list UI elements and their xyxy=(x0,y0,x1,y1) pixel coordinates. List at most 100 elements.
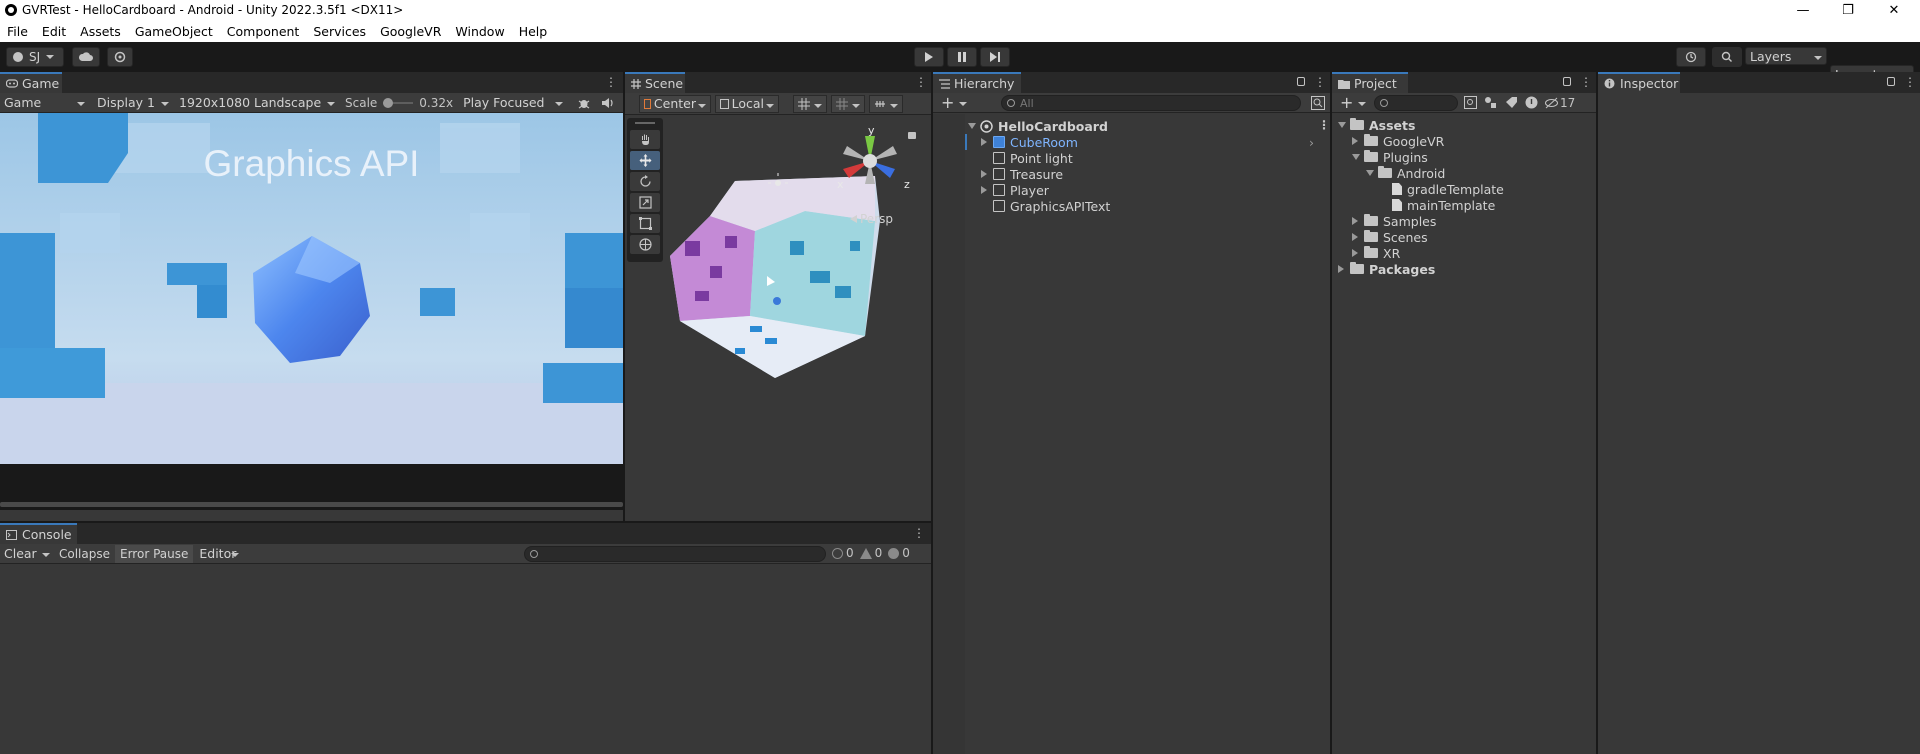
scene-search-icon[interactable] xyxy=(1311,96,1325,110)
expand-arrow-icon[interactable] xyxy=(981,170,987,178)
expand-arrow-icon[interactable] xyxy=(1352,233,1358,241)
hidden-packages-toggle[interactable]: 17 xyxy=(1545,96,1575,110)
hierarchy-item-graphicsapitext[interactable]: GraphicsAPIText xyxy=(993,198,1110,214)
expand-arrow-icon[interactable] xyxy=(1352,154,1360,160)
scene-menu-icon[interactable]: ⋮ xyxy=(915,76,927,88)
game-menu-icon[interactable]: ⋮ xyxy=(605,76,617,88)
resolution-dropdown[interactable]: 1920x1080 Landscape xyxy=(175,94,339,112)
project-xr-folder[interactable]: XR xyxy=(1352,245,1400,261)
expand-arrow-icon[interactable] xyxy=(1352,137,1358,145)
project-lock-icon[interactable] xyxy=(1563,77,1571,86)
scale-slider-thumb[interactable] xyxy=(383,97,394,108)
menu-help[interactable]: Help xyxy=(512,24,555,39)
project-search-input[interactable] xyxy=(1374,95,1458,111)
expand-arrow-icon[interactable] xyxy=(981,186,987,194)
game-view-dropdown[interactable]: Game xyxy=(0,94,89,112)
play-mode-dropdown[interactable]: Play Focused xyxy=(459,94,567,112)
project-samples-folder[interactable]: Samples xyxy=(1352,213,1436,229)
layers-dropdown[interactable]: Layers xyxy=(1745,47,1827,65)
project-assets-folder[interactable]: Assets xyxy=(1338,117,1415,133)
tab-inspector[interactable]: Inspector xyxy=(1598,72,1680,93)
console-search-input[interactable] xyxy=(524,546,826,562)
tab-game[interactable]: Game xyxy=(0,72,62,93)
play-button[interactable] xyxy=(914,47,944,67)
error-pause-button[interactable]: Error Pause xyxy=(115,544,194,563)
menu-assets[interactable]: Assets xyxy=(73,24,128,39)
chevron-right-icon[interactable]: › xyxy=(1309,135,1314,150)
gizmo-lock-icon[interactable] xyxy=(908,132,916,139)
hierarchy-scene-root[interactable]: HelloCardboard ⋮ xyxy=(968,118,1330,134)
close-button[interactable]: ✕ xyxy=(1872,0,1916,20)
project-main-template-file[interactable]: mainTemplate xyxy=(1392,197,1495,213)
cloud-button[interactable] xyxy=(72,47,100,67)
pivot-dropdown[interactable]: Center xyxy=(639,94,711,113)
collab-button[interactable] xyxy=(107,47,133,67)
inspector-menu-icon[interactable]: ⋮ xyxy=(1904,76,1916,88)
expand-arrow-icon[interactable] xyxy=(968,123,976,129)
menu-gameobject[interactable]: GameObject xyxy=(128,24,220,39)
bug-icon[interactable] xyxy=(577,96,591,110)
editor-dropdown[interactable]: Editor xyxy=(195,545,243,563)
hierarchy-menu-icon[interactable]: ⋮ xyxy=(1314,76,1326,88)
scene-root-menu-icon[interactable]: ⋮ xyxy=(1318,119,1330,131)
space-dropdown[interactable]: Local xyxy=(715,94,779,113)
collapse-button[interactable]: Collapse xyxy=(54,547,115,561)
expand-arrow-icon[interactable] xyxy=(1366,170,1374,176)
scale-slider[interactable] xyxy=(383,97,414,109)
hierarchy-add-dropdown[interactable]: + xyxy=(937,93,971,112)
menu-window[interactable]: Window xyxy=(448,24,511,39)
error-count-toggle[interactable]: 0 xyxy=(888,546,910,560)
warn-count-toggle[interactable]: 0 xyxy=(859,546,882,560)
minimize-button[interactable]: — xyxy=(1781,0,1825,20)
log-count-toggle[interactable]: 0 xyxy=(832,546,854,560)
project-packages-folder[interactable]: Packages xyxy=(1338,261,1435,277)
project-menu-icon[interactable]: ⋮ xyxy=(1580,76,1592,88)
expand-arrow-icon[interactable] xyxy=(1338,265,1344,273)
menu-file[interactable]: File xyxy=(0,24,35,39)
account-dropdown[interactable]: SJ xyxy=(6,47,64,67)
pause-button[interactable] xyxy=(947,47,977,67)
search-by-scene-icon[interactable] xyxy=(1464,96,1477,109)
hierarchy-item-point-light[interactable]: Point light xyxy=(993,150,1073,166)
filter-by-type-icon[interactable] xyxy=(1484,96,1497,109)
hierarchy-item-player[interactable]: Player xyxy=(981,182,1049,198)
label-tag-icon[interactable] xyxy=(1505,96,1518,109)
expand-arrow-icon[interactable] xyxy=(1352,217,1358,225)
hierarchy-item-cuberoom[interactable]: CubeRoom › xyxy=(981,134,1314,150)
tab-console[interactable]: Console xyxy=(0,523,77,544)
restore-button[interactable]: ❐ xyxy=(1826,0,1870,20)
step-button[interactable] xyxy=(980,47,1010,67)
hierarchy-lock-icon[interactable] xyxy=(1297,77,1305,86)
menu-edit[interactable]: Edit xyxy=(35,24,73,39)
search-button[interactable] xyxy=(1712,47,1742,67)
hierarchy-search-input[interactable]: All xyxy=(1001,95,1301,111)
menu-component[interactable]: Component xyxy=(220,24,307,39)
audio-icon[interactable] xyxy=(601,96,615,110)
clear-button[interactable]: Clear xyxy=(0,545,54,563)
tab-scene[interactable]: Scene xyxy=(625,72,685,93)
project-scenes-folder[interactable]: Scenes xyxy=(1352,229,1428,245)
console-menu-icon[interactable]: ⋮ xyxy=(913,527,925,539)
project-plugins-folder[interactable]: Plugins xyxy=(1352,149,1428,165)
project-gradle-template-file[interactable]: gradleTemplate xyxy=(1392,181,1504,197)
menu-googlevr[interactable]: GoogleVR xyxy=(373,24,448,39)
expand-arrow-icon[interactable] xyxy=(1338,122,1346,128)
grid-dropdown[interactable] xyxy=(831,94,865,113)
increment-dropdown[interactable] xyxy=(869,94,903,113)
project-add-dropdown[interactable]: + xyxy=(1336,93,1370,112)
tab-hierarchy[interactable]: Hierarchy xyxy=(933,72,1021,93)
menu-services[interactable]: Services xyxy=(306,24,373,39)
expand-arrow-icon[interactable] xyxy=(981,138,987,146)
tab-project[interactable]: Project xyxy=(1332,72,1408,93)
game-horizontal-scrollbar[interactable] xyxy=(0,502,623,507)
perspective-toggle[interactable]: Persp xyxy=(850,212,893,226)
undo-history-button[interactable] xyxy=(1676,47,1706,67)
project-googlevr-folder[interactable]: GoogleVR xyxy=(1352,133,1444,149)
hierarchy-item-treasure[interactable]: Treasure xyxy=(981,166,1063,182)
display-dropdown[interactable]: Display 1 xyxy=(93,94,173,112)
log-type-icon[interactable] xyxy=(1525,96,1538,109)
project-android-folder[interactable]: Android xyxy=(1366,165,1445,181)
snap-dropdown[interactable] xyxy=(793,94,827,113)
expand-arrow-icon[interactable] xyxy=(1352,249,1358,257)
inspector-lock-icon[interactable] xyxy=(1887,77,1895,86)
